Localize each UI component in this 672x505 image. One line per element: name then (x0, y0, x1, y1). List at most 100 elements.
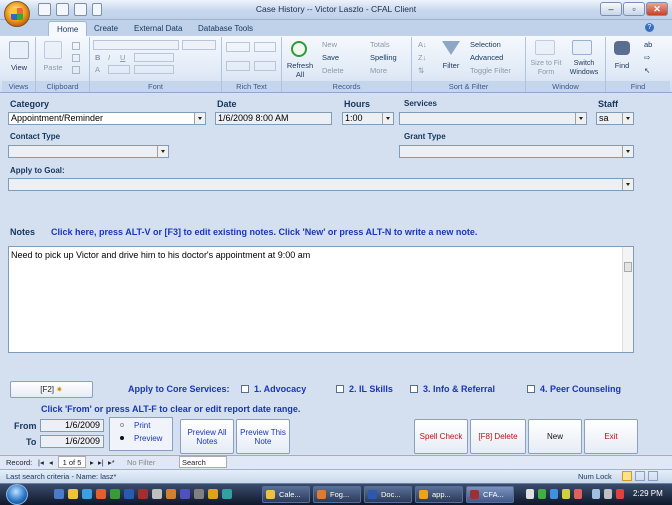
save-record-button[interactable]: Save (322, 53, 339, 62)
access-icon[interactable] (138, 489, 148, 499)
first-record-icon[interactable]: |◂ (38, 458, 44, 467)
font-size-select[interactable] (182, 40, 216, 50)
selection-button[interactable]: Selection (470, 40, 501, 49)
datasheet-view-icon[interactable] (635, 471, 645, 481)
from-label[interactable]: From (14, 421, 37, 431)
filter-button[interactable]: Filter (436, 61, 466, 70)
chevron-down-icon[interactable] (622, 146, 633, 157)
from-date-field[interactable]: 1/6/2009 (40, 419, 104, 432)
tool-icon[interactable] (222, 489, 232, 499)
chevron-down-icon[interactable] (382, 113, 393, 124)
show-desktop-icon[interactable] (54, 489, 64, 499)
view-button[interactable]: View (2, 63, 36, 72)
chevron-down-icon[interactable] (575, 113, 586, 124)
notes-hint[interactable]: Click here, press ALT-V or [F3] to edit … (51, 227, 477, 237)
network-icon[interactable] (592, 489, 600, 499)
to-date-field[interactable]: 1/6/2009 (40, 435, 104, 448)
spelling-button[interactable]: Spelling (370, 53, 397, 62)
media-icon[interactable] (180, 489, 190, 499)
taskbar-task[interactable]: Cale... (262, 486, 310, 503)
folder-icon[interactable] (208, 489, 218, 499)
switch-windows-button[interactable]: Switch Windows (566, 59, 602, 77)
paste-button[interactable]: Paste (38, 63, 68, 72)
chevron-down-icon[interactable] (622, 113, 633, 124)
contact-type-select[interactable] (8, 145, 169, 158)
more-button[interactable]: More (370, 66, 387, 75)
taskbar-task[interactable]: Doc... (364, 486, 412, 503)
tray-icon[interactable] (538, 489, 546, 499)
sort-descending-icon[interactable]: Z↓ (418, 53, 426, 62)
f2-button[interactable]: [F2] ✷ (10, 381, 93, 398)
paragraph-icon[interactable] (254, 42, 276, 52)
tab-create[interactable]: Create (86, 21, 126, 36)
explorer-icon[interactable] (68, 489, 78, 499)
tray-icon[interactable] (526, 489, 534, 499)
highlight-icon[interactable] (254, 61, 276, 71)
scroll-thumb[interactable] (624, 262, 632, 272)
next-record-icon[interactable]: ▸ (90, 458, 94, 467)
copy-icon[interactable] (72, 54, 80, 62)
date-field[interactable]: 1/6/2009 8:00 AM (215, 112, 332, 125)
delete-record-button[interactable]: Delete (322, 66, 344, 75)
record-position[interactable]: 1 of 5 (58, 456, 86, 468)
ie-icon[interactable] (82, 489, 92, 499)
tab-database-tools[interactable]: Database Tools (190, 21, 261, 36)
new-record-button[interactable]: New (322, 40, 337, 49)
record-search-input[interactable]: Search (179, 456, 227, 468)
preview-this-note-button[interactable]: Preview This Note (236, 419, 290, 454)
firefox-icon[interactable] (166, 489, 176, 499)
bullets-icon[interactable] (226, 61, 250, 71)
gridlines-icon[interactable] (134, 65, 174, 74)
misc-icon[interactable] (194, 489, 204, 499)
layout-view-icon[interactable] (648, 471, 658, 481)
taskbar-task[interactable]: Fog... (313, 486, 361, 503)
taskbar-task-active[interactable]: CFA... (466, 486, 514, 503)
bold-icon[interactable]: B (95, 53, 100, 62)
new-record-icon[interactable]: ▸* (108, 458, 115, 467)
tray-icon[interactable] (562, 489, 570, 499)
underline-icon[interactable]: U (120, 53, 125, 62)
tray-icon[interactable] (574, 489, 582, 499)
chevron-down-icon[interactable] (157, 146, 168, 157)
chevron-down-icon[interactable] (622, 179, 633, 190)
tab-home[interactable]: Home (48, 21, 88, 36)
apply-to-goal-select[interactable] (8, 178, 634, 191)
print-radio[interactable] (120, 423, 124, 427)
start-button[interactable] (6, 484, 28, 505)
goto-icon[interactable]: ⇨ (644, 53, 650, 62)
clear-sort-icon[interactable]: ⇅ (418, 66, 424, 75)
preview-radio[interactable] (120, 436, 124, 440)
tray-icon[interactable] (550, 489, 558, 499)
refresh-all-button[interactable]: Refresh All (282, 61, 318, 79)
minimize-button[interactable]: – (600, 2, 622, 16)
outlook-icon[interactable] (96, 489, 106, 499)
prev-record-icon[interactable]: ◂ (49, 458, 53, 467)
select-icon[interactable]: ↖ (644, 66, 650, 75)
italic-icon[interactable]: I (108, 53, 110, 62)
fill-color-icon[interactable] (108, 65, 130, 74)
taskbar-task[interactable]: app... (415, 486, 463, 503)
maximize-button[interactable]: ▫ (623, 2, 645, 16)
category-select[interactable]: Appointment/Reminder (8, 112, 206, 125)
font-color-icon[interactable]: A (95, 65, 100, 74)
find-button[interactable]: Find (608, 61, 636, 70)
advocacy-checkbox[interactable] (241, 385, 249, 393)
tab-external-data[interactable]: External Data (126, 21, 190, 36)
services-select[interactable] (399, 112, 587, 125)
app-icon[interactable] (152, 489, 162, 499)
preview-all-notes-button[interactable]: Preview All Notes (180, 419, 234, 454)
cut-icon[interactable] (72, 42, 80, 50)
sort-ascending-icon[interactable]: A↓ (418, 40, 427, 49)
font-name-select[interactable] (93, 40, 179, 50)
word-icon[interactable] (124, 489, 134, 499)
advanced-button[interactable]: Advanced (470, 53, 503, 62)
form-view-icon[interactable] (622, 471, 632, 481)
chevron-down-icon[interactable] (194, 113, 205, 124)
size-to-fit-button[interactable]: Size to Fit Form (528, 59, 564, 77)
align-buttons[interactable] (134, 53, 174, 62)
notes-scrollbar[interactable] (622, 247, 633, 352)
close-button[interactable]: ✕ (646, 2, 668, 16)
staff-select[interactable]: sa (596, 112, 634, 125)
indent-icon[interactable] (226, 42, 250, 52)
format-painter-icon[interactable] (72, 66, 80, 74)
